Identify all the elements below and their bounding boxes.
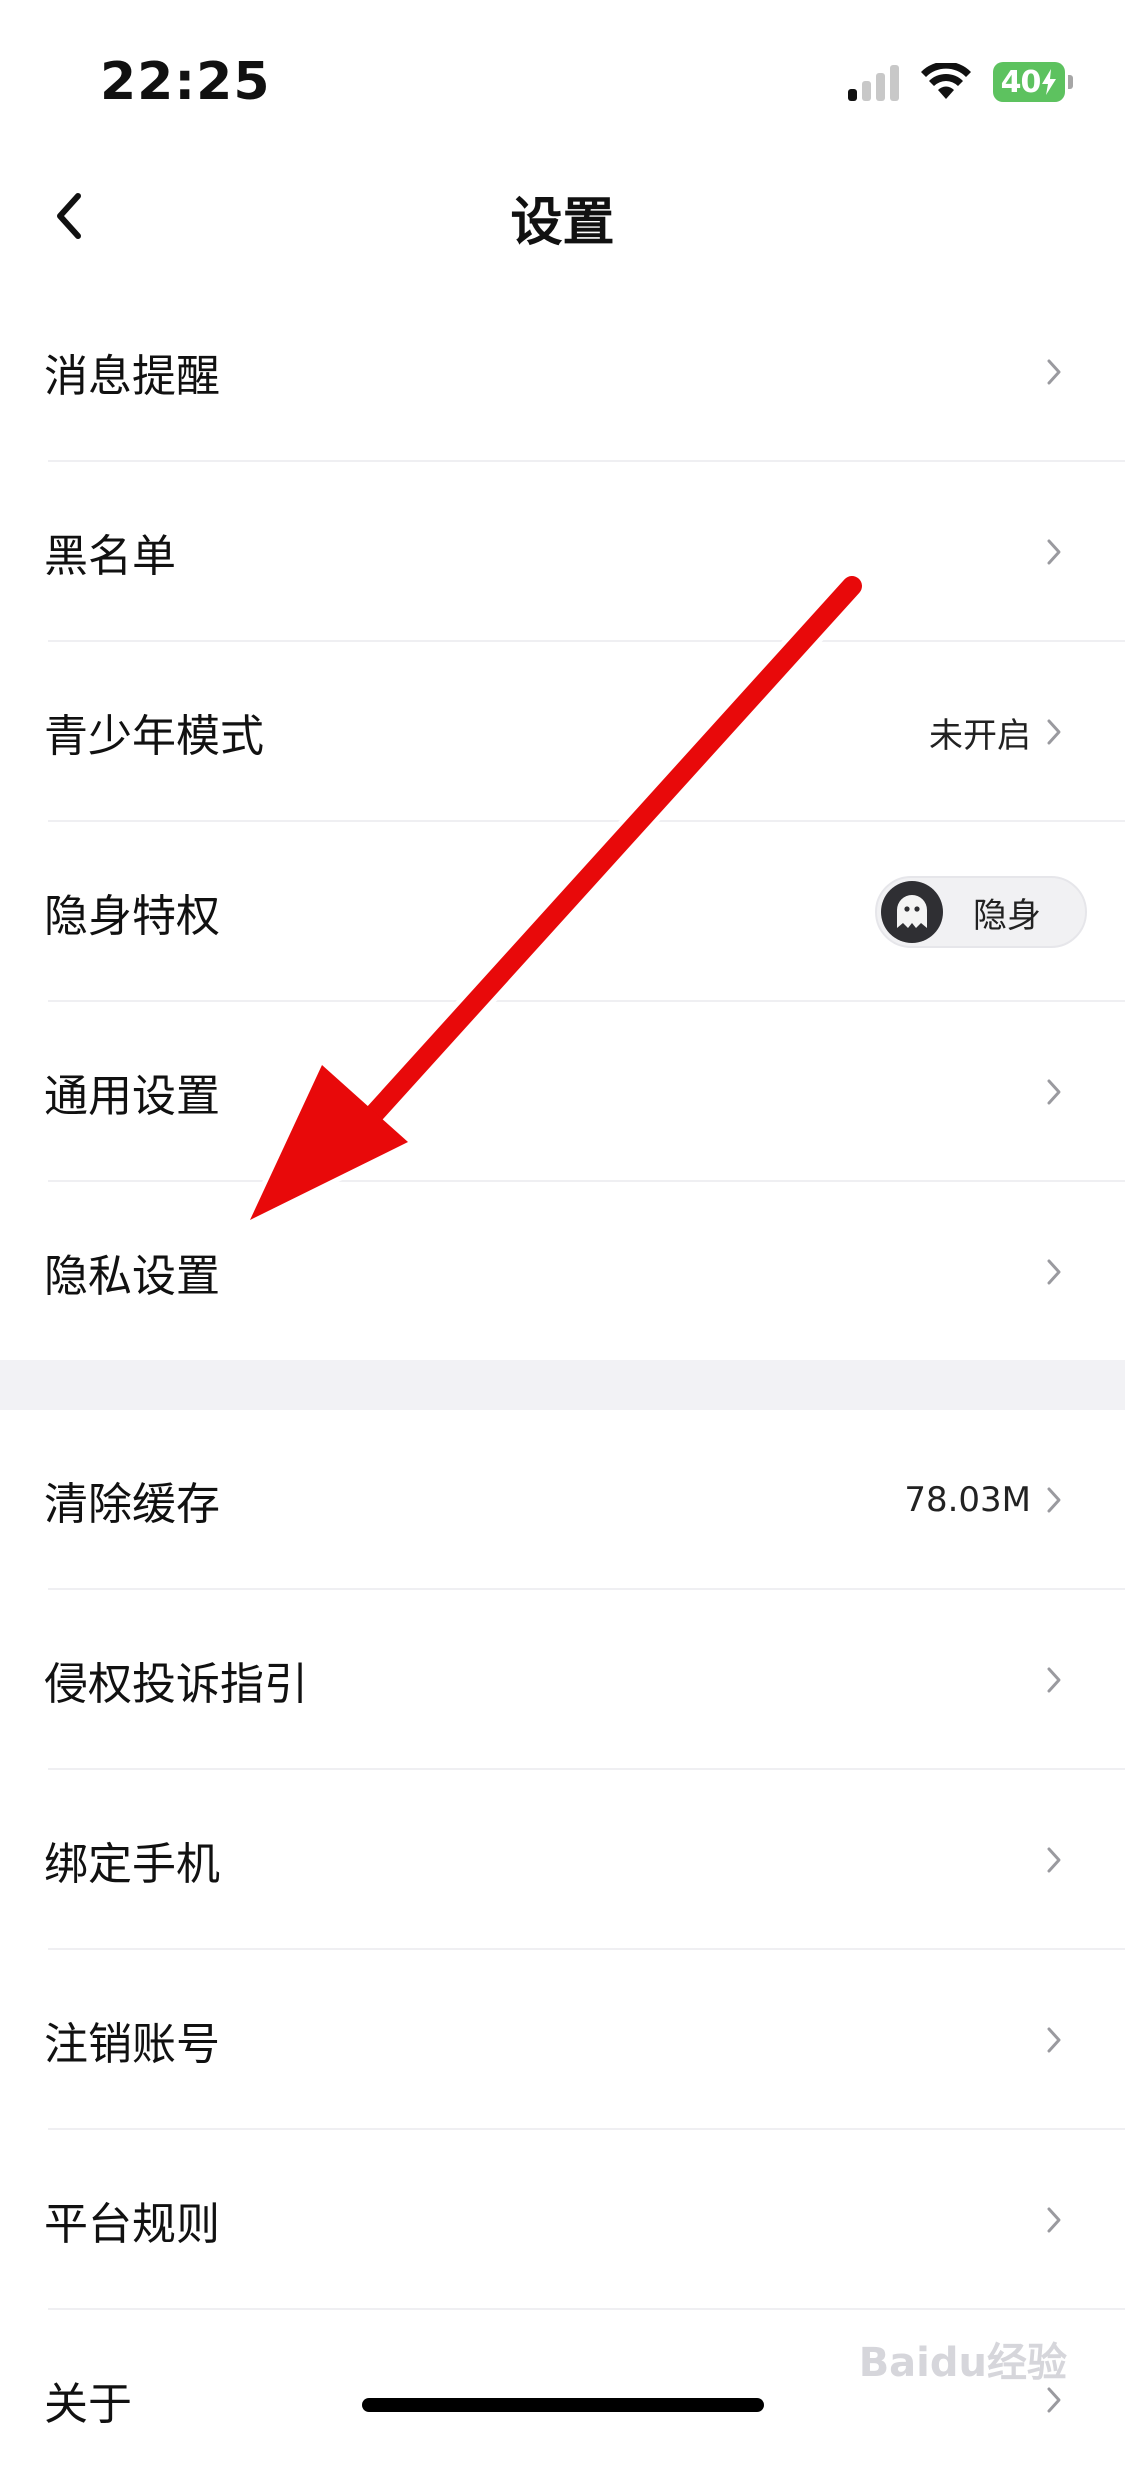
row-label: 清除缓存 (44, 1479, 220, 1530)
charging-bolt-icon (1042, 69, 1057, 95)
settings-row-bind-phone[interactable]: 绑定手机 (0, 1770, 1125, 1950)
row-label: 绑定手机 (44, 1839, 220, 1890)
chevron-right-icon (1047, 539, 1061, 565)
chevron-right-icon (1047, 2387, 1061, 2413)
row-label: 隐身特权 (44, 891, 220, 942)
row-label: 通用设置 (44, 1071, 220, 1122)
settings-group-2: 清除缓存 78.03M 侵权投诉指引 绑定手机 注销账号 平台规则 关于 (0, 1410, 1125, 2490)
settings-row-stealth-privilege: 隐身特权 隐身 (0, 822, 1125, 1002)
stealth-toggle[interactable]: 隐身 (875, 876, 1087, 948)
wifi-icon (921, 63, 971, 99)
status-bar: 22:25 40 (0, 0, 1125, 150)
row-label: 侵权投诉指引 (44, 1659, 308, 1710)
status-time: 22:25 (100, 52, 271, 112)
watermark-logo: Baidu经验 (858, 2340, 1067, 2386)
page-title: 设置 (510, 193, 615, 253)
settings-row-blacklist[interactable]: 黑名单 (0, 462, 1125, 642)
chevron-right-icon (1047, 1487, 1061, 1513)
settings-row-privacy[interactable]: 隐私设置 (0, 1182, 1125, 1362)
stealth-toggle-label: 隐身 (973, 895, 1041, 936)
chevron-right-icon (1047, 719, 1061, 745)
row-label: 关于 (44, 2379, 132, 2430)
teen-mode-status: 未开启 (929, 715, 1031, 756)
chevron-right-icon (1047, 359, 1061, 385)
cache-size: 78.03M (904, 1480, 1031, 1520)
battery-level: 40 (1000, 64, 1042, 100)
chevron-right-icon (1047, 1847, 1061, 1873)
settings-row-delete-account[interactable]: 注销账号 (0, 1950, 1125, 2130)
row-label: 消息提醒 (44, 351, 220, 402)
cellular-signal-icon (848, 63, 899, 101)
row-label: 平台规则 (44, 2199, 220, 2250)
ghost-knob (881, 881, 943, 943)
row-label: 注销账号 (44, 2019, 220, 2070)
settings-row-teen-mode[interactable]: 青少年模式 未开启 (0, 642, 1125, 822)
nav-bar: 设置 (0, 150, 1125, 280)
section-divider (0, 1360, 1125, 1410)
ghost-icon (897, 895, 927, 928)
settings-row-infringement-guide[interactable]: 侵权投诉指引 (0, 1590, 1125, 1770)
settings-group-1: 消息提醒 黑名单 青少年模式 未开启 隐身特权 隐身 通用设置 隐私设置 (0, 282, 1125, 1362)
settings-row-clear-cache[interactable]: 清除缓存 78.03M (0, 1410, 1125, 1590)
status-icons: 40 (848, 62, 1073, 102)
chevron-right-icon (1047, 1259, 1061, 1285)
settings-row-general[interactable]: 通用设置 (0, 1002, 1125, 1182)
row-label: 黑名单 (44, 531, 176, 582)
chevron-right-icon (1047, 1667, 1061, 1693)
chevron-right-icon (1047, 2207, 1061, 2233)
settings-row-platform-rules[interactable]: 平台规则 (0, 2130, 1125, 2310)
home-indicator[interactable] (362, 2398, 764, 2412)
chevron-right-icon (1047, 2027, 1061, 2053)
row-label: 隐私设置 (44, 1251, 220, 1302)
battery-indicator: 40 (993, 62, 1073, 102)
row-label: 青少年模式 (44, 711, 264, 762)
chevron-right-icon (1047, 1079, 1061, 1105)
settings-row-message-reminder[interactable]: 消息提醒 (0, 282, 1125, 462)
